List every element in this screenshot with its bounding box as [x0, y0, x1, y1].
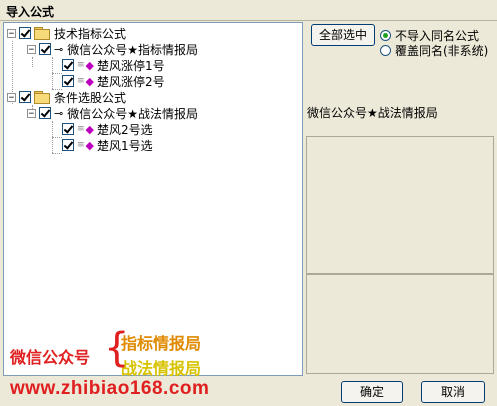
group1-label: 技术指标公式 — [54, 26, 127, 41]
tree-leaf[interactable]: ≡ ◆ 楚风涨停2号 — [62, 73, 165, 89]
leaf-checkbox[interactable] — [62, 59, 74, 71]
ok-button[interactable]: 确定 — [341, 381, 403, 403]
website-watermark: www.zhibiao168.com — [10, 378, 210, 399]
leaf-checkbox[interactable] — [62, 139, 74, 151]
leaf-checkbox[interactable] — [62, 75, 74, 87]
group1-child-label: 微信公众号★指标情报局 — [67, 42, 198, 57]
key-icon: ⊸ — [54, 42, 64, 56]
group2-label: 条件选股公式 — [54, 90, 127, 105]
tree-connector — [52, 137, 62, 138]
selected-formula-title: 微信公众号★战法情报局 — [307, 106, 438, 120]
formula-info-box — [306, 136, 494, 274]
formula-icon: ◆ — [85, 138, 95, 152]
option-overwrite-duplicates[interactable]: 覆盖同名(非系统) — [380, 42, 488, 59]
link-icon: ≡ — [77, 124, 85, 134]
link-icon: ≡ — [77, 60, 85, 70]
group2-child-checkbox[interactable] — [39, 107, 51, 119]
collapse-toggle[interactable]: − — [27, 108, 36, 118]
select-all-button[interactable]: 全部选中 — [311, 24, 375, 46]
leaf-label: 楚风涨停1号 — [97, 58, 165, 73]
collapse-toggle[interactable]: − — [7, 92, 16, 102]
link-icon: ≡ — [77, 76, 85, 86]
promo-strategy-label: 战法情报局 — [121, 359, 202, 378]
radio-button[interactable] — [380, 30, 391, 41]
group1-checkbox[interactable] — [19, 27, 31, 39]
tree-node-group1-child[interactable]: − ⊸ 微信公众号★指标情报局 — [27, 41, 198, 57]
cancel-button[interactable]: 取消 — [421, 381, 485, 403]
dialog-titlebar: 导入公式 — [0, 0, 497, 21]
formula-description-box — [306, 274, 494, 374]
key-icon: ⊸ — [54, 106, 64, 120]
collapse-toggle[interactable]: − — [27, 44, 36, 54]
tree-leaf[interactable]: ≡ ◆ 楚风涨停1号 — [62, 57, 165, 73]
dialog-title: 导入公式 — [6, 5, 55, 19]
leaf-label: 楚风涨停2号 — [97, 74, 165, 89]
formula-icon: ◆ — [85, 58, 95, 72]
option-label: 覆盖同名(非系统) — [395, 44, 489, 58]
tree-connector — [52, 153, 62, 154]
formula-tree[interactable]: − 技术指标公式 − ⊸ 微信公众号★指标情报局 ≡ ◆ 楚风涨停1号 ≡ ◆ … — [3, 22, 303, 376]
tree-node-group1[interactable]: − 技术指标公式 — [7, 25, 126, 41]
tree-connector — [52, 73, 62, 74]
group1-child-checkbox[interactable] — [39, 43, 51, 55]
folder-icon — [34, 27, 50, 40]
tree-node-group2[interactable]: − 条件选股公式 — [7, 89, 126, 105]
radio-button[interactable] — [380, 45, 391, 56]
leaf-label: 楚风1号选 — [97, 138, 153, 153]
link-icon: ≡ — [77, 140, 85, 150]
formula-icon: ◆ — [85, 74, 95, 88]
tree-leaf[interactable]: ≡ ◆ 楚风2号选 — [62, 121, 153, 137]
promo-wechat-label: 微信公众号 — [10, 348, 91, 367]
folder-icon — [34, 91, 50, 104]
tree-connector — [32, 57, 33, 67]
formula-icon: ◆ — [85, 122, 95, 136]
collapse-toggle[interactable]: − — [7, 28, 16, 38]
leaf-checkbox[interactable] — [62, 123, 74, 135]
group2-checkbox[interactable] — [19, 91, 31, 103]
promo-indicator-label: 指标情报局 — [121, 334, 202, 353]
group2-child-label: 微信公众号★战法情报局 — [67, 104, 198, 122]
tree-node-group2-child[interactable]: − ⊸ 微信公众号★战法情报局 — [27, 104, 198, 122]
tree-leaf[interactable]: ≡ ◆ 楚风1号选 — [62, 137, 153, 153]
leaf-label: 楚风2号选 — [97, 122, 153, 137]
